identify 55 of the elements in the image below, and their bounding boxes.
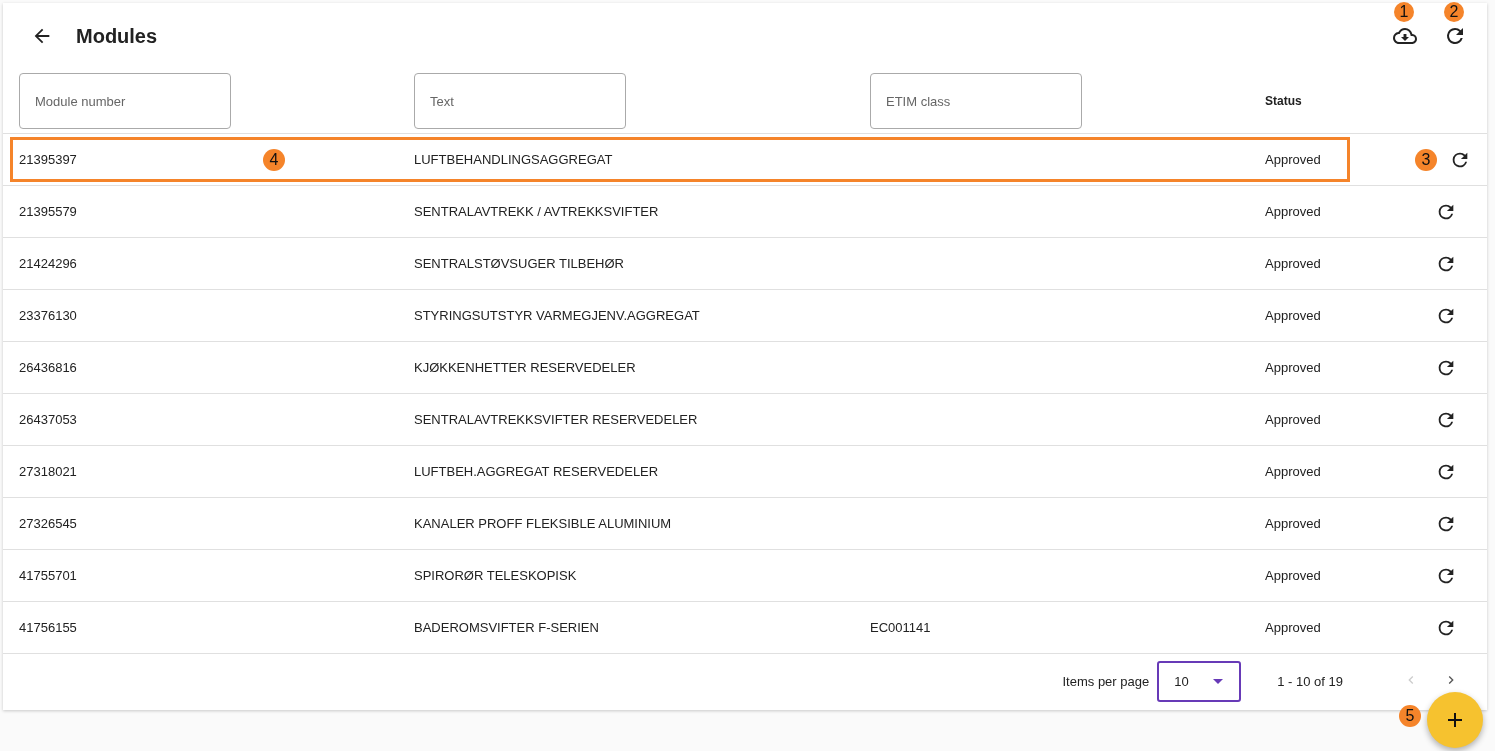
table-cell: KJØKKENHETTER RESERVEDELER [414, 360, 636, 375]
table-cell: SPIRORØR TELESKOPISK [414, 568, 577, 583]
table-cell: 21395579 [19, 204, 77, 219]
table-cell: Approved [1265, 204, 1321, 219]
table-cell: 23376130 [19, 308, 77, 323]
page-title: Modules [76, 24, 158, 48]
table-cell: Approved [1265, 464, 1321, 479]
table-cell: 21424296 [19, 256, 77, 271]
filter-field[interactable]: ETIM class [870, 73, 1082, 129]
table-cell: Approved [1265, 516, 1321, 531]
table-cell: Approved [1265, 152, 1321, 167]
column-header: Status [1265, 94, 1303, 108]
table-row[interactable]: 27326545 KANALER PROFF FLEKSIBLE ALUMINIUM Approved [3, 498, 1487, 550]
table-cell: Approved [1265, 360, 1321, 375]
table-cell: 26437053 [19, 412, 77, 427]
table-cell: 26436816 [19, 360, 77, 375]
table-cell: 41756155 [19, 620, 77, 635]
table-row[interactable]: 23376130 STYRINGSUTSTYR VARMEGJENV.AGGREGAT Approved [3, 290, 1487, 342]
table-cell: KANALER PROFF FLEKSIBLE ALUMINIUM [414, 516, 672, 531]
table-cell: Approved [1265, 568, 1321, 583]
table-cell: SENTRALAVTREKK / AVTREKKSVIFTER [414, 204, 659, 219]
table-row[interactable]: 21395397 4 LUFTBEHANDLINGSAGGREGAT Approved 3 [3, 134, 1487, 186]
table-cell: Approved [1265, 412, 1321, 427]
table-cell: 27326545 [19, 516, 77, 531]
table-cell: STYRINGSUTSTYR VARMEGJENV.AGGREGAT [414, 308, 700, 323]
table-cell: 21395397 [19, 152, 77, 167]
table-cell: BADEROMSVIFTER F-SERIEN [414, 620, 599, 635]
filter-field[interactable]: Module number [19, 73, 231, 129]
callout-marker: 4 [263, 149, 285, 171]
items-per-page-label: Items per page [1062, 674, 1150, 689]
page-size-select[interactable]: 10 [1157, 661, 1242, 702]
table-cell: LUFTBEH.AGGREGAT RESERVEDELER [414, 464, 659, 479]
callout-marker: 2 [1444, 2, 1464, 22]
table-cell: 41755701 [19, 568, 77, 583]
table-cell: SENTRALAVTREKKSVIFTER RESERVEDELER [414, 412, 698, 427]
table-cell: Approved [1265, 620, 1321, 635]
callout-marker: 5 [1399, 705, 1421, 727]
dropdown-caret-icon [1213, 679, 1224, 684]
table-cell: Approved [1265, 256, 1321, 271]
table-row[interactable]: 41755701 SPIRORØR TELESKOPISK Approved [3, 550, 1487, 602]
table-cell: 27318021 [19, 464, 77, 479]
table-row[interactable]: 26437053 SENTRALAVTREKKSVIFTER RESERVEDELER Approved [3, 394, 1487, 446]
page-range-label: 1 - 10 of 19 [1277, 674, 1343, 689]
table-row[interactable]: 21395579 SENTRALAVTREKK / AVTREKKSVIFTER Approved [3, 186, 1487, 238]
table-row[interactable]: 21424296 SENTRALSTØVSUGER TILBEHØR Approved [3, 238, 1487, 290]
table-row[interactable]: 41756155 BADEROMSVIFTER F-SERIEN EC001141 Approved [3, 602, 1487, 654]
callout-marker: 3 [1415, 148, 1437, 171]
table-cell: Approved [1265, 308, 1321, 323]
table-cell: LUFTBEHANDLINGSAGGREGAT [414, 152, 613, 167]
filter-field[interactable]: Text [414, 73, 626, 129]
table-cell: SENTRALSTØVSUGER TILBEHØR [414, 256, 624, 271]
table-row[interactable]: 27318021 LUFTBEH.AGGREGAT RESERVEDELER Approved [3, 446, 1487, 498]
table-row[interactable]: 26436816 KJØKKENHETTER RESERVEDELER Approved [3, 342, 1487, 394]
table-cell: EC001141 [870, 620, 931, 635]
callout-marker: 1 [1394, 2, 1414, 22]
